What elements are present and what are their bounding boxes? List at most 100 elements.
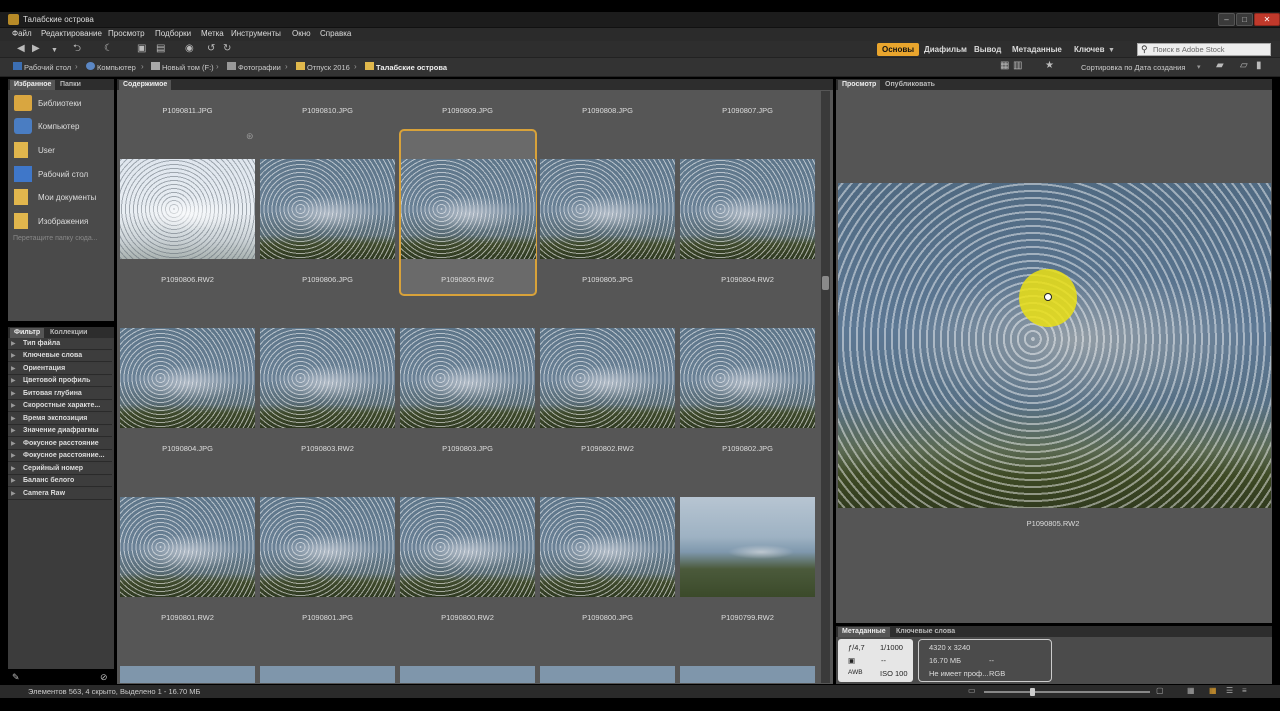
favorite-computer[interactable]: Компьютер xyxy=(14,118,114,138)
camera-icon[interactable]: ▣ xyxy=(137,44,146,54)
filter-keywords[interactable]: ▶ Ключевые слова xyxy=(8,351,112,362)
workspace-basic-tab[interactable]: Основы xyxy=(877,43,920,56)
thumbnail-image[interactable] xyxy=(120,159,255,259)
adobe-stock-search-input[interactable]: Поиск в Adobe Stock xyxy=(1137,43,1271,56)
content-scrollbar[interactable] xyxy=(821,91,830,683)
favorite-libraries[interactable]: Библиотеки xyxy=(14,95,114,115)
menu-tools[interactable]: Инструменты xyxy=(231,29,281,38)
thumbnail-image[interactable] xyxy=(680,666,815,683)
thumbnail-image[interactable] xyxy=(400,328,535,428)
filter-orientation[interactable]: ▶ Ориентация xyxy=(8,364,112,375)
zoom-in-icon[interactable]: ▢ xyxy=(1156,686,1164,695)
favorite-user[interactable]: User xyxy=(14,142,114,162)
recent-folder-icon[interactable]: ⮌ xyxy=(73,44,81,54)
workspace-filmstrip-tab[interactable]: Диафильм xyxy=(919,43,972,56)
filter-camera-raw[interactable]: ▶ Camera Raw xyxy=(8,489,112,500)
delete-icon[interactable]: ▮ xyxy=(1256,61,1262,71)
favorite-pictures[interactable]: Изображения xyxy=(14,213,114,233)
thumbnail-image[interactable] xyxy=(260,666,395,683)
back-arrow-icon[interactable]: ◀ xyxy=(17,44,25,54)
menu-stacks[interactable]: Подборки xyxy=(155,29,191,38)
grid-lock-icon[interactable]: ▦ xyxy=(1187,686,1195,695)
thumbnail-image[interactable] xyxy=(680,159,815,259)
view-list-icon[interactable]: ≡ xyxy=(1242,686,1247,695)
workspace-keywords-tab[interactable]: Ключев xyxy=(1069,43,1110,56)
thumbnail-image[interactable] xyxy=(260,159,395,259)
pin-icon[interactable]: ✎ xyxy=(12,672,20,682)
thumbnail-image[interactable] xyxy=(400,666,535,683)
chevron-down-icon[interactable]: ▾ xyxy=(1197,63,1201,71)
tab-folders[interactable]: Папки xyxy=(56,80,85,90)
menu-window[interactable]: Окно xyxy=(292,29,311,38)
favorite-documents[interactable]: Мои документы xyxy=(14,189,114,209)
workspace-menu-chevron-icon[interactable]: ▼ xyxy=(1108,46,1115,56)
content-scrollbar-thumb[interactable] xyxy=(822,276,829,290)
filter-serial-number[interactable]: ▶ Серийный номер xyxy=(8,464,112,475)
thumbnail-image[interactable] xyxy=(540,328,675,428)
chevron-down-icon[interactable]: ▼ xyxy=(51,46,58,56)
thumbnail-image[interactable] xyxy=(680,328,815,428)
menu-view[interactable]: Просмотр xyxy=(108,29,145,38)
minimize-button[interactable]: ‒ xyxy=(1218,13,1235,26)
tab-metadata[interactable]: Метаданные xyxy=(838,627,890,637)
tab-favorites[interactable]: Избранное xyxy=(10,80,56,90)
open-in-camera-raw-icon[interactable]: ◉ xyxy=(185,44,194,54)
menu-label[interactable]: Метка xyxy=(201,29,224,38)
tab-content[interactable]: Содержимое xyxy=(119,80,172,90)
tab-collections[interactable]: Коллекции xyxy=(46,328,91,338)
menu-edit[interactable]: Редактирование xyxy=(41,29,102,38)
return-to-app-icon[interactable]: ☾ xyxy=(104,44,113,54)
forward-arrow-icon[interactable]: ▶ xyxy=(32,44,40,54)
breadcrumb-computer[interactable]: Компьютер xyxy=(97,63,136,72)
thumbnail-quality-icon[interactable]: ▦ xyxy=(1000,61,1009,71)
thumbnail-image[interactable] xyxy=(540,497,675,597)
close-button[interactable]: ✕ xyxy=(1254,13,1280,26)
workspace-metadata-tab[interactable]: Метаданные xyxy=(1007,43,1067,56)
tab-filter[interactable]: Фильтр xyxy=(10,328,45,338)
filter-white-balance[interactable]: ▶ Баланс белого xyxy=(8,476,112,487)
thumbnail-image[interactable] xyxy=(120,497,255,597)
filter-bit-depth[interactable]: ▶ Битовая глубина xyxy=(8,389,112,400)
zoom-out-icon[interactable]: ▭ xyxy=(968,686,976,695)
thumbnail-image[interactable] xyxy=(401,159,536,259)
filter-focal-length[interactable]: ▶ Фокусное расстояние xyxy=(8,439,112,450)
breadcrumb-photos[interactable]: Фотографии xyxy=(238,63,281,72)
workspace-output-tab[interactable]: Вывод xyxy=(969,43,1006,56)
tab-publish[interactable]: Опубликовать xyxy=(881,80,939,90)
thumbnail-image[interactable] xyxy=(120,328,255,428)
tab-preview[interactable]: Просмотр xyxy=(838,80,881,90)
thumbnail-image[interactable] xyxy=(260,497,395,597)
breadcrumb-drive[interactable]: Новый том (F:) xyxy=(162,63,214,72)
filter-speed[interactable]: ▶ Скоростные характе... xyxy=(8,401,112,412)
filter-focal-length-35mm[interactable]: ▶ Фокусное расстояние... xyxy=(8,451,112,462)
filter-exposure-time[interactable]: ▶ Время экспозиция xyxy=(8,414,112,425)
menu-file[interactable]: Файл xyxy=(12,29,32,38)
view-thumbnails-icon[interactable]: ▦ xyxy=(1209,686,1217,695)
thumbnail-size-slider[interactable] xyxy=(984,691,1150,693)
filter-aperture[interactable]: ▶ Значение диафрагмы xyxy=(8,426,112,437)
tab-keywords[interactable]: Ключевые слова xyxy=(892,627,959,637)
new-folder-icon[interactable]: ▱ xyxy=(1240,61,1248,71)
thumbnail-image[interactable] xyxy=(680,497,815,597)
maximize-button[interactable]: □ xyxy=(1236,13,1253,26)
menu-help[interactable]: Справка xyxy=(320,29,351,38)
star-filter-icon[interactable]: ★ xyxy=(1045,61,1054,71)
thumbnail-image[interactable] xyxy=(260,328,395,428)
view-options-icon[interactable]: ▥ xyxy=(1013,61,1022,71)
thumbnail-image[interactable] xyxy=(540,666,675,683)
thumbnail-size-slider-handle[interactable] xyxy=(1030,688,1035,696)
thumbnail-image[interactable] xyxy=(120,666,255,683)
breadcrumb-desktop[interactable]: Рабочий стол xyxy=(24,63,71,72)
thumbnail-image[interactable] xyxy=(540,159,675,259)
thumbnail-image[interactable] xyxy=(400,497,535,597)
view-details-icon[interactable]: ☰ xyxy=(1226,686,1233,695)
favorite-desktop[interactable]: Рабочий стол xyxy=(14,166,114,186)
refine-icon[interactable]: ▤ xyxy=(156,44,165,54)
rotate-left-icon[interactable]: ↺ xyxy=(207,44,215,54)
sort-dropdown[interactable]: Сортировка по Дата создания xyxy=(1081,63,1185,72)
rotate-right-icon[interactable]: ↻ xyxy=(223,44,231,54)
breadcrumb-vacation[interactable]: Отпуск 2016 xyxy=(307,63,350,72)
breadcrumb-current-folder[interactable]: Талабские острова xyxy=(376,63,447,72)
preview-image[interactable] xyxy=(838,183,1271,508)
filter-file-type[interactable]: ▶ Тип файла xyxy=(8,339,112,350)
